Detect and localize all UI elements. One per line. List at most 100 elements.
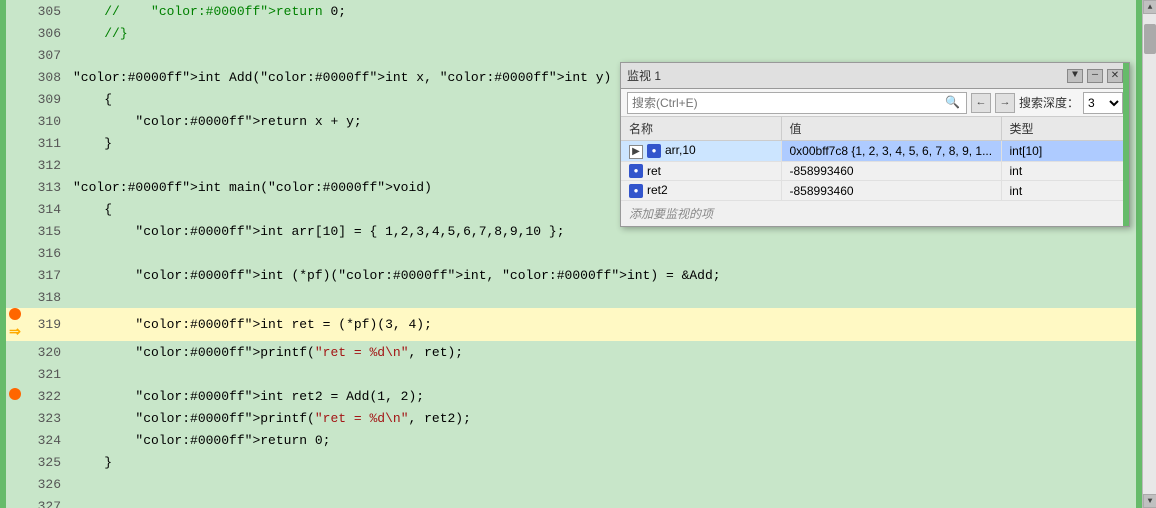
gutter-316: [6, 242, 24, 264]
gutter-314: [6, 198, 24, 220]
gutter-317: [6, 264, 24, 286]
watch-row[interactable]: ● ret2 -858993460int: [621, 181, 1129, 201]
col-type: 类型: [1001, 117, 1129, 141]
line-num-305: 305: [24, 0, 69, 22]
gutter-323: [6, 407, 24, 429]
gutter-308: [6, 66, 24, 88]
watch-value: 0x00bff7c8 {1, 2, 3, 4, 5, 6, 7, 8, 9, 1…: [781, 141, 1001, 162]
watch-dropdown-btn[interactable]: ▼: [1067, 69, 1083, 83]
line-num-306: 306: [24, 22, 69, 44]
watch-name: ▶ ● arr,10: [621, 141, 781, 162]
code-line-305: 305 // "color:#0000ff">return 0;: [6, 0, 1136, 22]
gutter-327: [6, 495, 24, 508]
scroll-track[interactable]: [1143, 14, 1156, 494]
depth-label: 搜索深度：: [1019, 94, 1079, 111]
watch-name: ● ret2: [621, 181, 781, 201]
line-content-326: [69, 473, 1136, 495]
breakpoint-indicator2: [9, 388, 21, 400]
code-line-326: 326: [6, 473, 1136, 495]
watch-toolbar: 🔍 ← → 搜索深度： 3 1 2 4 5: [621, 89, 1129, 117]
line-content-319: "color:#0000ff">int ret = (*pf)(3, 4);: [69, 308, 1136, 341]
line-num-325: 325: [24, 451, 69, 473]
code-line-322: 322 "color:#0000ff">int ret2 = Add(1, 2)…: [6, 385, 1136, 407]
watch-type: int: [1001, 181, 1129, 201]
scroll-thumb[interactable]: [1144, 24, 1156, 54]
line-num-314: 314: [24, 198, 69, 220]
gutter-305: [6, 0, 24, 22]
col-value: 值: [781, 117, 1001, 141]
watch-table: 名称 值 类型 ▶ ● arr,10 0x00bff7c8 {1, 2, 3, 4, …: [621, 117, 1129, 201]
line-content-305: // "color:#0000ff">return 0;: [69, 0, 1136, 22]
line-content-327: [69, 495, 1136, 508]
code-line-327: 327: [6, 495, 1136, 508]
scroll-up-btn[interactable]: ▲: [1143, 0, 1156, 14]
expand-btn[interactable]: ▶: [629, 145, 643, 159]
line-num-311: 311: [24, 132, 69, 154]
type-icon: ●: [647, 144, 661, 158]
watch-header-row: 名称 值 类型: [621, 117, 1129, 141]
search-box[interactable]: 🔍: [627, 92, 967, 114]
gutter-319: ⇒: [6, 308, 24, 341]
watch-titlebar: 监视 1 ▼ — ✕: [621, 63, 1129, 89]
watch-panel: 监视 1 ▼ — ✕ 🔍 ← → 搜索深度： 3 1 2: [620, 62, 1130, 227]
col-name: 名称: [621, 117, 781, 141]
line-num-309: 309: [24, 88, 69, 110]
watch-minimize-btn[interactable]: —: [1087, 69, 1103, 83]
line-content-306: //}: [69, 22, 1136, 44]
code-line-318: 318: [6, 286, 1136, 308]
code-line-319: ⇒319 "color:#0000ff">int ret = (*pf)(3, …: [6, 308, 1136, 341]
gutter-322: [6, 385, 24, 407]
watch-title: 监视 1: [627, 67, 661, 84]
watch-title-controls: ▼ — ✕: [1067, 69, 1123, 83]
line-num-318: 318: [24, 286, 69, 308]
search-input[interactable]: [632, 96, 943, 110]
watch-value: -858993460: [781, 181, 1001, 201]
watch-row[interactable]: ▶ ● arr,10 0x00bff7c8 {1, 2, 3, 4, 5, 6, 7,…: [621, 141, 1129, 162]
gutter-312: [6, 154, 24, 176]
code-line-325: 325 }: [6, 451, 1136, 473]
search-icon[interactable]: 🔍: [943, 93, 962, 113]
watch-name-text: arr,10: [665, 143, 696, 157]
line-num-310: 310: [24, 110, 69, 132]
gutter-326: [6, 473, 24, 495]
watch-name-text: ret2: [647, 183, 668, 197]
line-content-320: "color:#0000ff">printf("ret = %d\n", ret…: [69, 341, 1136, 363]
gutter-310: [6, 110, 24, 132]
watch-type: int[10]: [1001, 141, 1129, 162]
gutter-325: [6, 451, 24, 473]
line-content-321: [69, 363, 1136, 385]
line-content-324: "color:#0000ff">return 0;: [69, 429, 1136, 451]
right-scrollbar: ▲ ▼: [1142, 0, 1156, 508]
line-num-326: 326: [24, 473, 69, 495]
line-content-322: "color:#0000ff">int ret2 = Add(1, 2);: [69, 385, 1136, 407]
line-num-313: 313: [24, 176, 69, 198]
code-line-316: 316: [6, 242, 1136, 264]
line-num-308: 308: [24, 66, 69, 88]
nav-back-btn[interactable]: ←: [971, 93, 991, 113]
depth-select[interactable]: 3 1 2 4 5: [1083, 92, 1123, 114]
line-content-325: }: [69, 451, 1136, 473]
line-num-319: 319: [24, 308, 69, 341]
add-watch-label[interactable]: 添加要监视的项: [621, 201, 1129, 226]
code-line-323: 323 "color:#0000ff">printf("ret = %d\n",…: [6, 407, 1136, 429]
current-line-arrow: ⇒: [9, 325, 21, 341]
line-num-317: 317: [24, 264, 69, 286]
gutter-320: [6, 341, 24, 363]
code-line-324: 324 "color:#0000ff">return 0;: [6, 429, 1136, 451]
code-line-321: 321: [6, 363, 1136, 385]
breakpoint-indicator: [9, 308, 21, 320]
nav-forward-btn[interactable]: →: [995, 93, 1015, 113]
watch-row[interactable]: ●ret-858993460int: [621, 161, 1129, 181]
type-icon: ●: [629, 184, 643, 198]
scroll-down-btn[interactable]: ▼: [1143, 494, 1156, 508]
watch-close-btn[interactable]: ✕: [1107, 69, 1123, 83]
gutter-313: [6, 176, 24, 198]
line-num-316: 316: [24, 242, 69, 264]
watch-value: -858993460: [781, 161, 1001, 181]
line-num-321: 321: [24, 363, 69, 385]
line-content-323: "color:#0000ff">printf("ret = %d\n", ret…: [69, 407, 1136, 429]
gutter-309: [6, 88, 24, 110]
gutter-315: [6, 220, 24, 242]
code-editor: 305 // "color:#0000ff">return 0;306 //}3…: [0, 0, 1142, 508]
code-line-317: 317 "color:#0000ff">int (*pf)("color:#00…: [6, 264, 1136, 286]
